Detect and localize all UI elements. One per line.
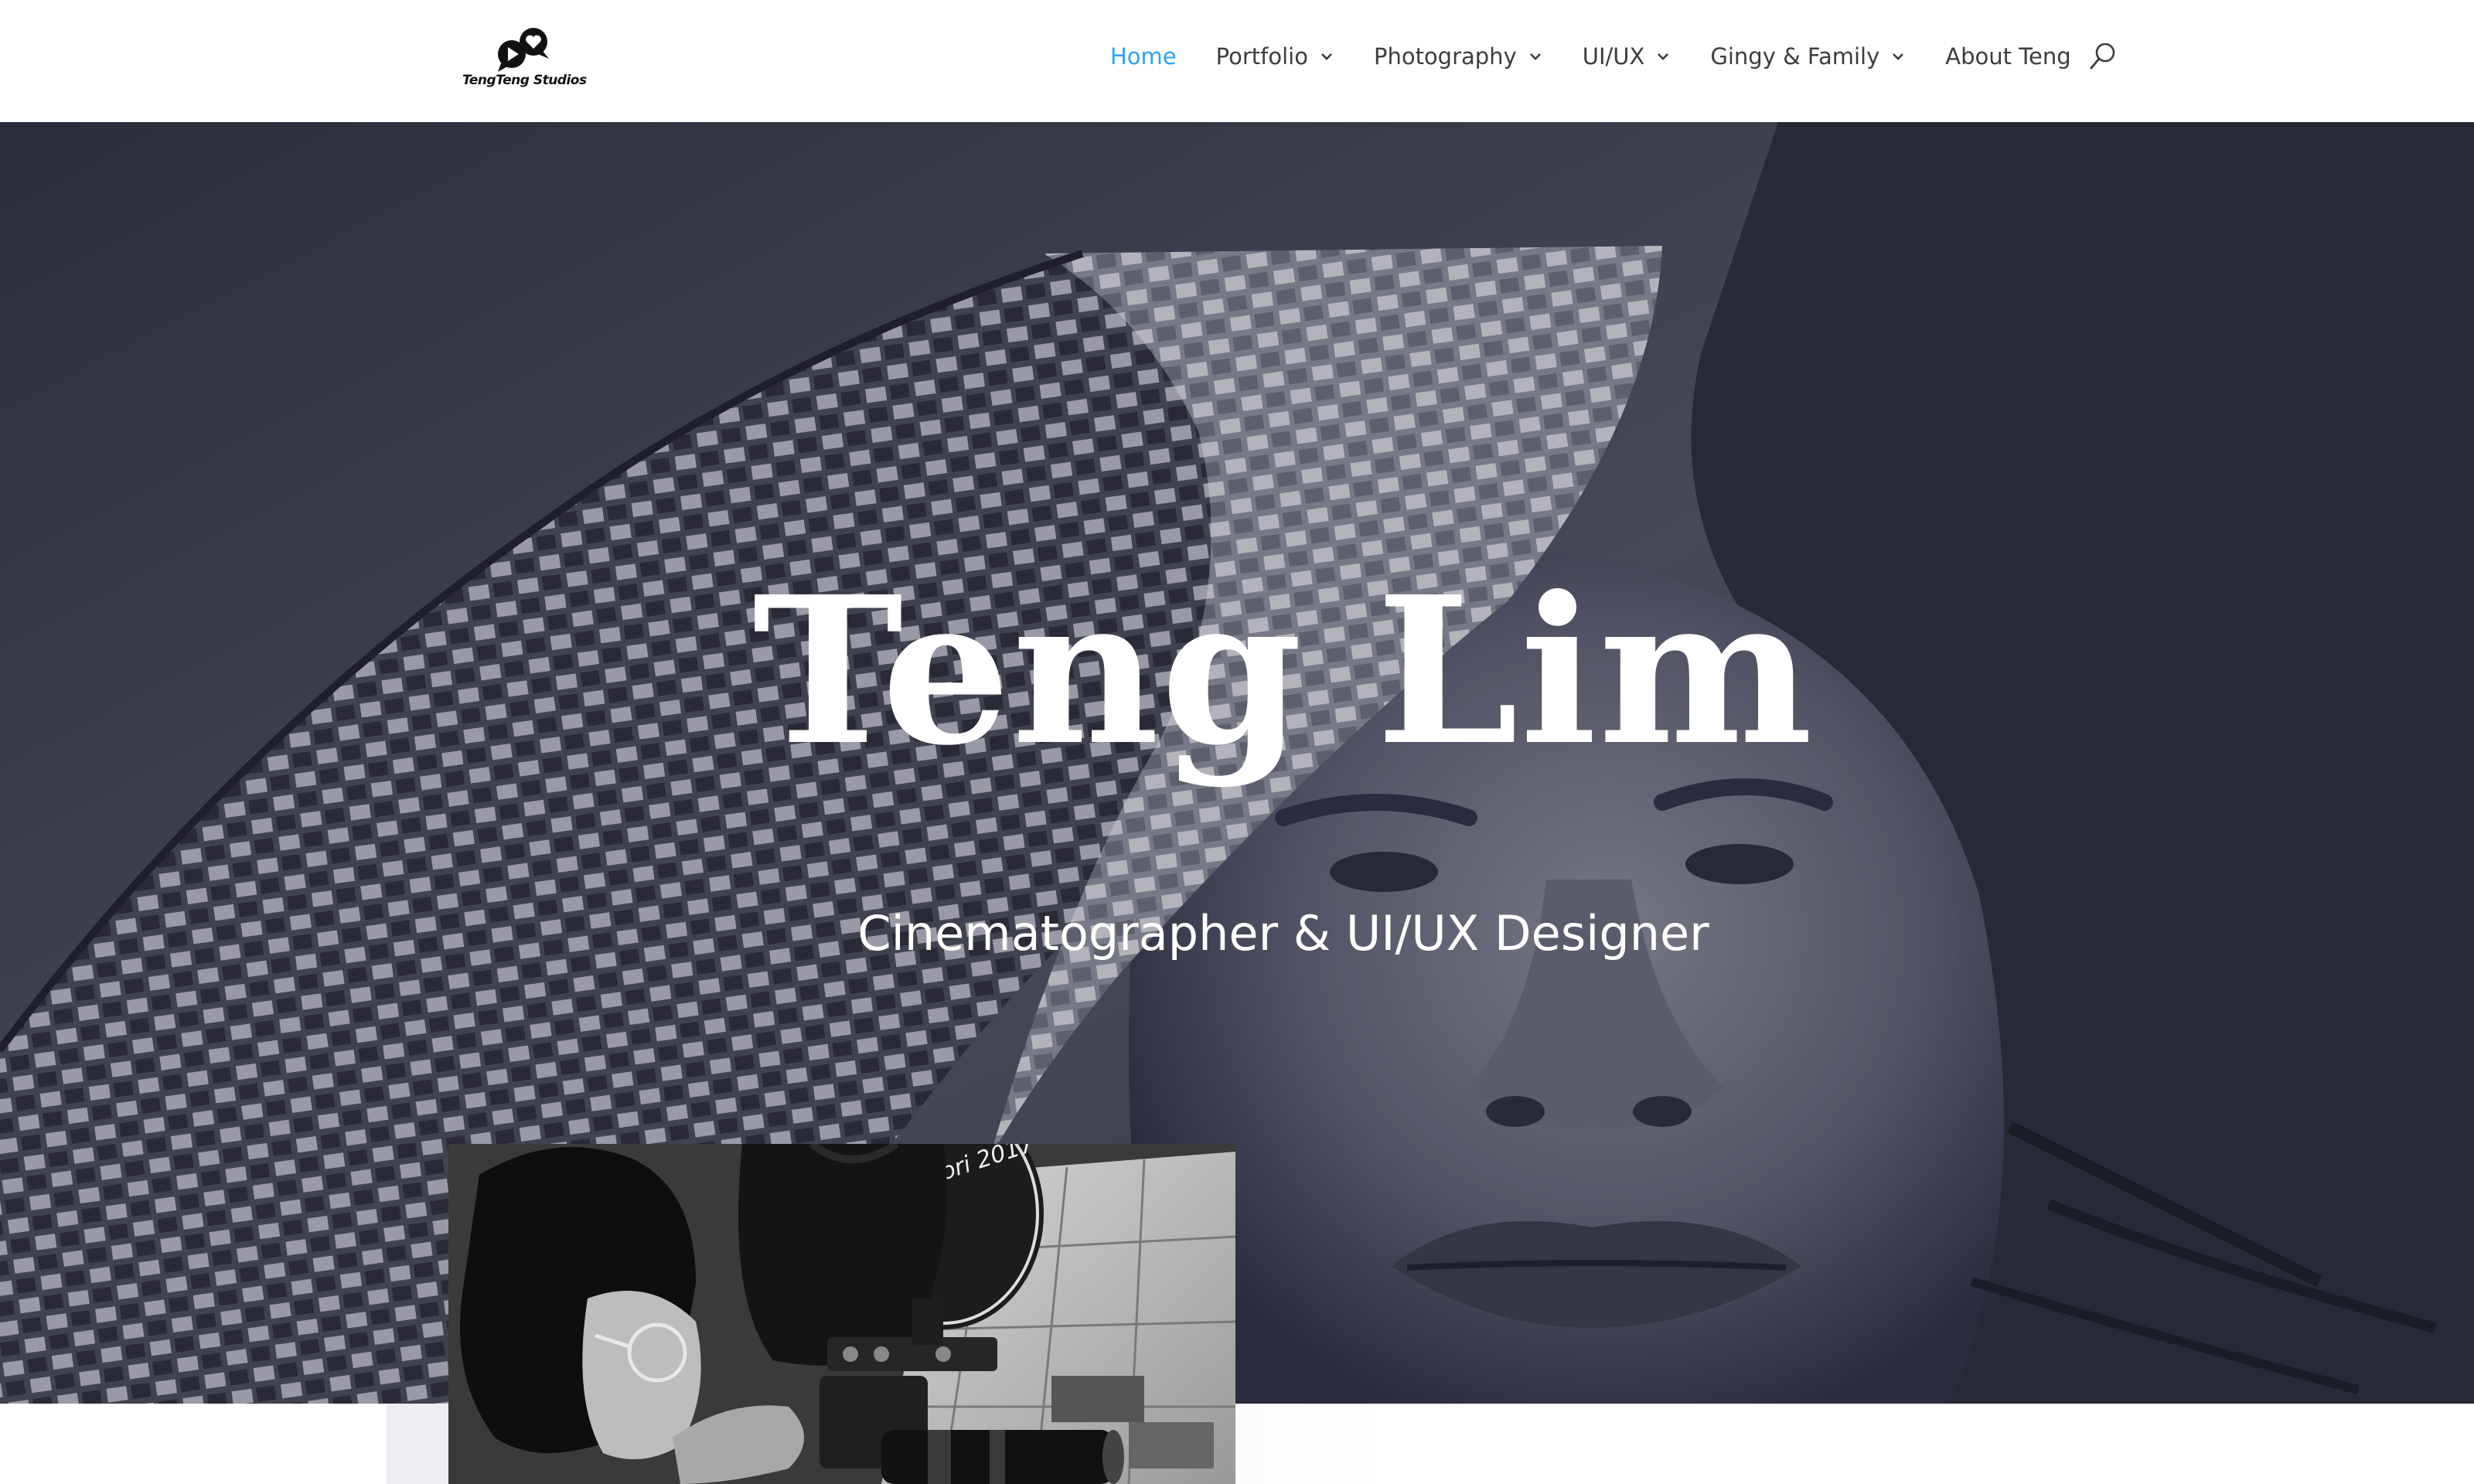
chevron-down-icon [1321,53,1332,60]
nav-item-label: Portfolio [1215,43,1308,70]
nav-item-label: Photography [1373,43,1517,70]
logo-text: TengTeng Studios [462,73,587,88]
hero-title: Teng Lim [752,552,1815,790]
nav-item-label: Home [1110,43,1177,70]
nav-item-home[interactable]: Home [1110,43,1177,70]
nav-item-label: Gingy & Family [1710,43,1880,70]
hero-subtitle: Cinematographer & UI/UX Designer [857,905,1709,962]
nav-item-photography[interactable]: Photography [1374,43,1543,70]
chevron-down-icon [1658,53,1669,60]
speech-bubbles-logo-icon [498,28,549,72]
nav-item-label: About Teng [1945,43,2071,70]
chevron-down-icon [1529,53,1541,60]
nav-item-about-teng[interactable]: About Teng [1945,43,2070,70]
nav-item-portfolio[interactable]: Portfolio [1216,43,1334,70]
search-icon [2090,43,2115,70]
content-section [0,1404,2474,1484]
chevron-down-icon [1893,53,1904,60]
site-logo[interactable]: TengTeng Studios [462,23,587,94]
site-header: TengTeng Studios Home Portfolio Photogra… [0,0,2474,122]
nav-item-gingy-family[interactable]: Gingy & Family [1710,43,1906,70]
hero-section: Teng Lim Cinematographer & UI/UX Designe… [0,122,2474,1404]
search-button[interactable] [2087,40,2118,73]
nav-item-label: UI/UX [1582,43,1645,70]
feature-photo[interactable]: Odori 2017 [448,1144,1235,1484]
camera-operator-photo: Odori 2017 [448,1144,1235,1484]
main-nav: Home Portfolio Photography UI/UX Gingy &… [1110,0,2111,113]
nav-item-uiux[interactable]: UI/UX [1583,43,1671,70]
